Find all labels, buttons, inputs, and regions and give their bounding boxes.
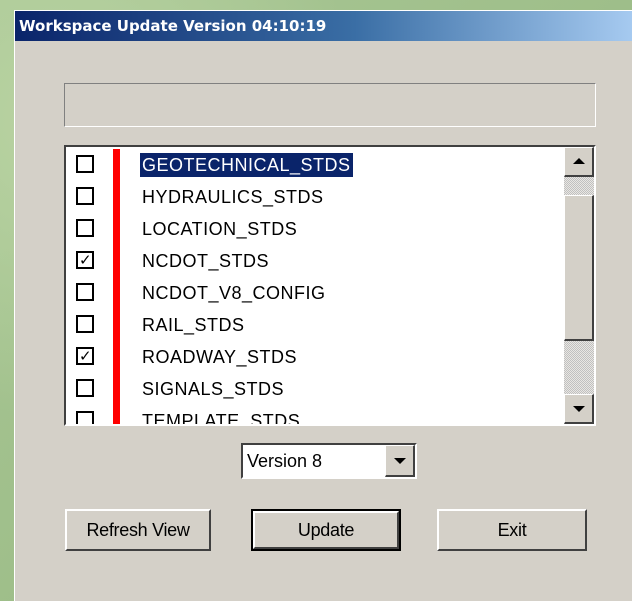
version-select[interactable]: Version 8 <box>241 443 417 479</box>
check-icon: ✓ <box>79 251 92 269</box>
item-label: RAIL_STDS <box>142 315 245 335</box>
status-marker <box>113 277 120 309</box>
workspace-update-dialog: Workspace Update Version 04:10:19 GEOTEC… <box>14 10 632 601</box>
scroll-up-button[interactable] <box>564 147 594 177</box>
item-checkbox[interactable] <box>76 187 94 205</box>
triangle-down-icon <box>394 458 406 464</box>
triangle-down-icon <box>573 406 585 412</box>
status-marker <box>113 213 120 245</box>
item-checkbox[interactable] <box>76 411 94 424</box>
item-label: NCDOT_V8_CONFIG <box>142 283 326 303</box>
list-item[interactable]: HYDRAULICS_STDS <box>66 181 564 213</box>
item-checkbox[interactable] <box>76 155 94 173</box>
item-checkbox[interactable] <box>76 283 94 301</box>
item-label: NCDOT_STDS <box>142 251 270 271</box>
standards-listbox[interactable]: GEOTECHNICAL_STDS HYDRAULICS_STDS LOCATION… <box>64 145 596 426</box>
list-item[interactable]: ✓ ROADWAY_STDS <box>66 341 564 373</box>
list-item[interactable]: LOCATION_STDS <box>66 213 564 245</box>
status-field <box>64 83 596 127</box>
check-icon: ✓ <box>79 347 92 365</box>
vertical-scrollbar[interactable] <box>564 147 594 424</box>
standards-list-items: GEOTECHNICAL_STDS HYDRAULICS_STDS LOCATION… <box>66 147 564 424</box>
item-label: HYDRAULICS_STDS <box>142 187 324 207</box>
item-checkbox[interactable]: ✓ <box>76 347 94 365</box>
refresh-view-button[interactable]: Refresh View <box>65 509 211 551</box>
scrollbar-thumb[interactable] <box>564 195 594 341</box>
status-marker <box>113 405 120 424</box>
item-checkbox[interactable] <box>76 379 94 397</box>
item-label: LOCATION_STDS <box>142 219 298 239</box>
status-marker <box>113 181 120 213</box>
version-select-value: Version 8 <box>247 451 323 471</box>
status-marker <box>113 149 120 181</box>
status-marker <box>113 373 120 405</box>
list-item[interactable]: NCDOT_V8_CONFIG <box>66 277 564 309</box>
scroll-down-button[interactable] <box>564 394 594 424</box>
item-label: SIGNALS_STDS <box>142 379 285 399</box>
list-item[interactable]: SIGNALS_STDS <box>66 373 564 405</box>
list-item[interactable]: ✓ NCDOT_STDS <box>66 245 564 277</box>
item-checkbox[interactable] <box>76 315 94 333</box>
exit-button[interactable]: Exit <box>437 509 587 551</box>
list-item[interactable]: RAIL_STDS <box>66 309 564 341</box>
item-checkbox[interactable]: ✓ <box>76 251 94 269</box>
list-item[interactable]: TEMPLATE_STDS <box>66 405 564 424</box>
update-button[interactable]: Update <box>251 509 401 551</box>
window-title[interactable]: Workspace Update Version 04:10:19 <box>15 11 632 41</box>
list-item[interactable]: GEOTECHNICAL_STDS <box>66 149 564 181</box>
version-dropdown-button[interactable] <box>385 445 415 477</box>
status-marker <box>113 245 120 277</box>
triangle-up-icon <box>573 158 585 164</box>
status-marker <box>113 309 120 341</box>
item-label: GEOTECHNICAL_STDS <box>139 152 354 178</box>
item-checkbox[interactable] <box>76 219 94 237</box>
item-label: ROADWAY_STDS <box>142 347 298 367</box>
item-label: TEMPLATE_STDS <box>142 411 301 424</box>
update-button-label: Update <box>253 511 399 549</box>
status-marker <box>113 341 120 373</box>
